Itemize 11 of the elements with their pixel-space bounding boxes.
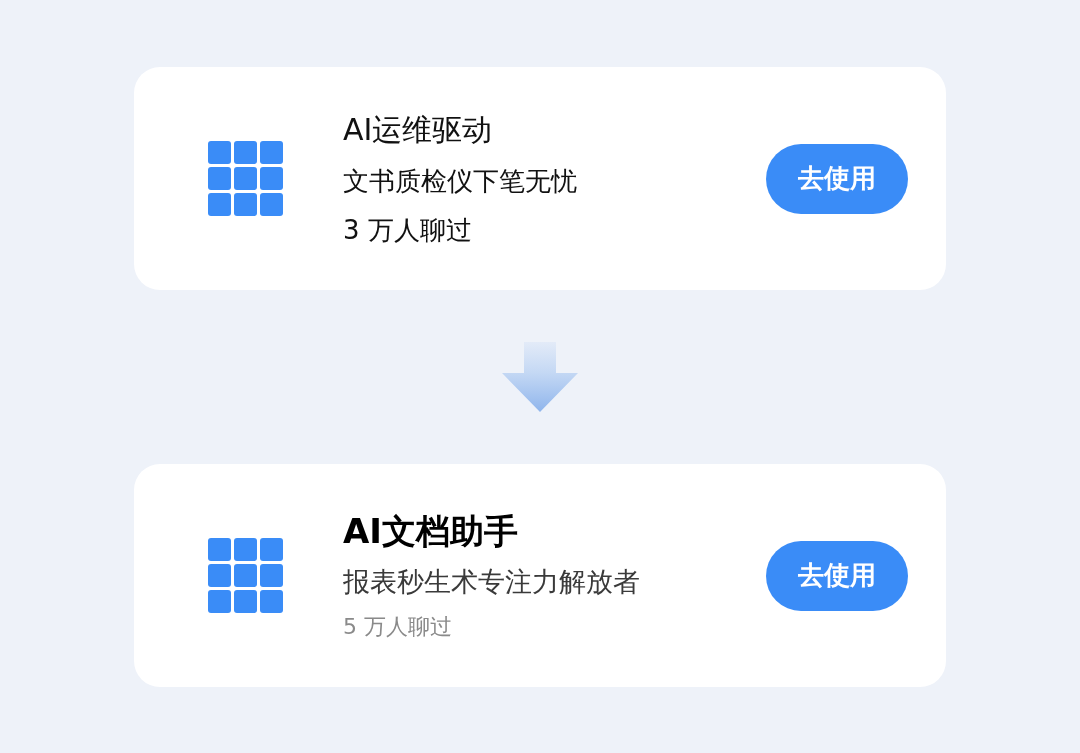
card-title: AI文档助手 [343,510,518,551]
down-arrow-icon [502,342,578,412]
card-subtitle: 报表秒生术专注力解放者 [343,565,640,598]
user-count: 5 万人聊过 [343,612,452,641]
grid-icon [208,141,283,216]
use-button[interactable]: 去使用 [766,143,908,214]
card-title: AI运维驱动 [343,111,493,148]
grid-icon [208,538,283,613]
card-subtitle: 文书质检仪下笔无忧 [343,164,577,197]
user-count: 3 万人聊过 [343,213,472,246]
use-button[interactable]: 去使用 [766,540,908,611]
